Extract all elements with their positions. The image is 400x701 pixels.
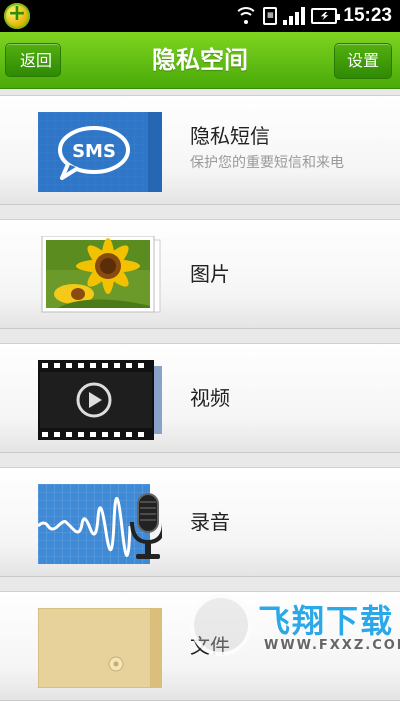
status-time: 15:23 — [343, 5, 392, 26]
status-bar: ▦ 15:23 — [0, 0, 400, 32]
item-label: 录音 — [190, 510, 230, 534]
list-item-pictures[interactable]: 图片 — [0, 219, 400, 329]
title-bar: 返回 隐私空间 设置 — [0, 32, 400, 89]
video-film-icon — [38, 360, 162, 440]
item-label: 视频 — [190, 386, 230, 410]
status-icons: ▦ 15:23 — [234, 0, 392, 32]
svg-text:SMS: SMS — [72, 141, 116, 162]
list-item-video[interactable]: 视频 — [0, 343, 400, 453]
signal-icon — [283, 7, 306, 25]
settings-button[interactable]: 设置 — [334, 43, 392, 79]
item-subtitle: 保护您的重要短信和来电 — [190, 155, 344, 171]
app-badge-icon — [4, 1, 30, 29]
battery-charging-icon — [311, 8, 341, 24]
sunflower-photo-icon — [41, 236, 161, 313]
list-item-private-sms[interactable]: SMS 隐私短信 保护您的重要短信和来电 — [0, 95, 400, 205]
microphone-waveform-icon — [38, 484, 162, 564]
watermark: 飞翔下载 WWW.FXXZ.COM — [190, 590, 400, 664]
item-label: 图片 — [190, 262, 230, 286]
sim-icon: ▦ — [263, 7, 278, 25]
list-item-recording[interactable]: 录音 — [0, 467, 400, 577]
sms-icon: SMS — [38, 112, 162, 192]
watermark-logo-icon — [190, 594, 252, 656]
watermark-url: WWW.FXXZ.COM — [264, 638, 400, 653]
watermark-text: 飞翔下载 — [258, 602, 395, 640]
folder-file-icon — [38, 608, 162, 688]
wifi-icon — [234, 7, 259, 25]
item-label: 隐私短信 — [190, 124, 270, 148]
